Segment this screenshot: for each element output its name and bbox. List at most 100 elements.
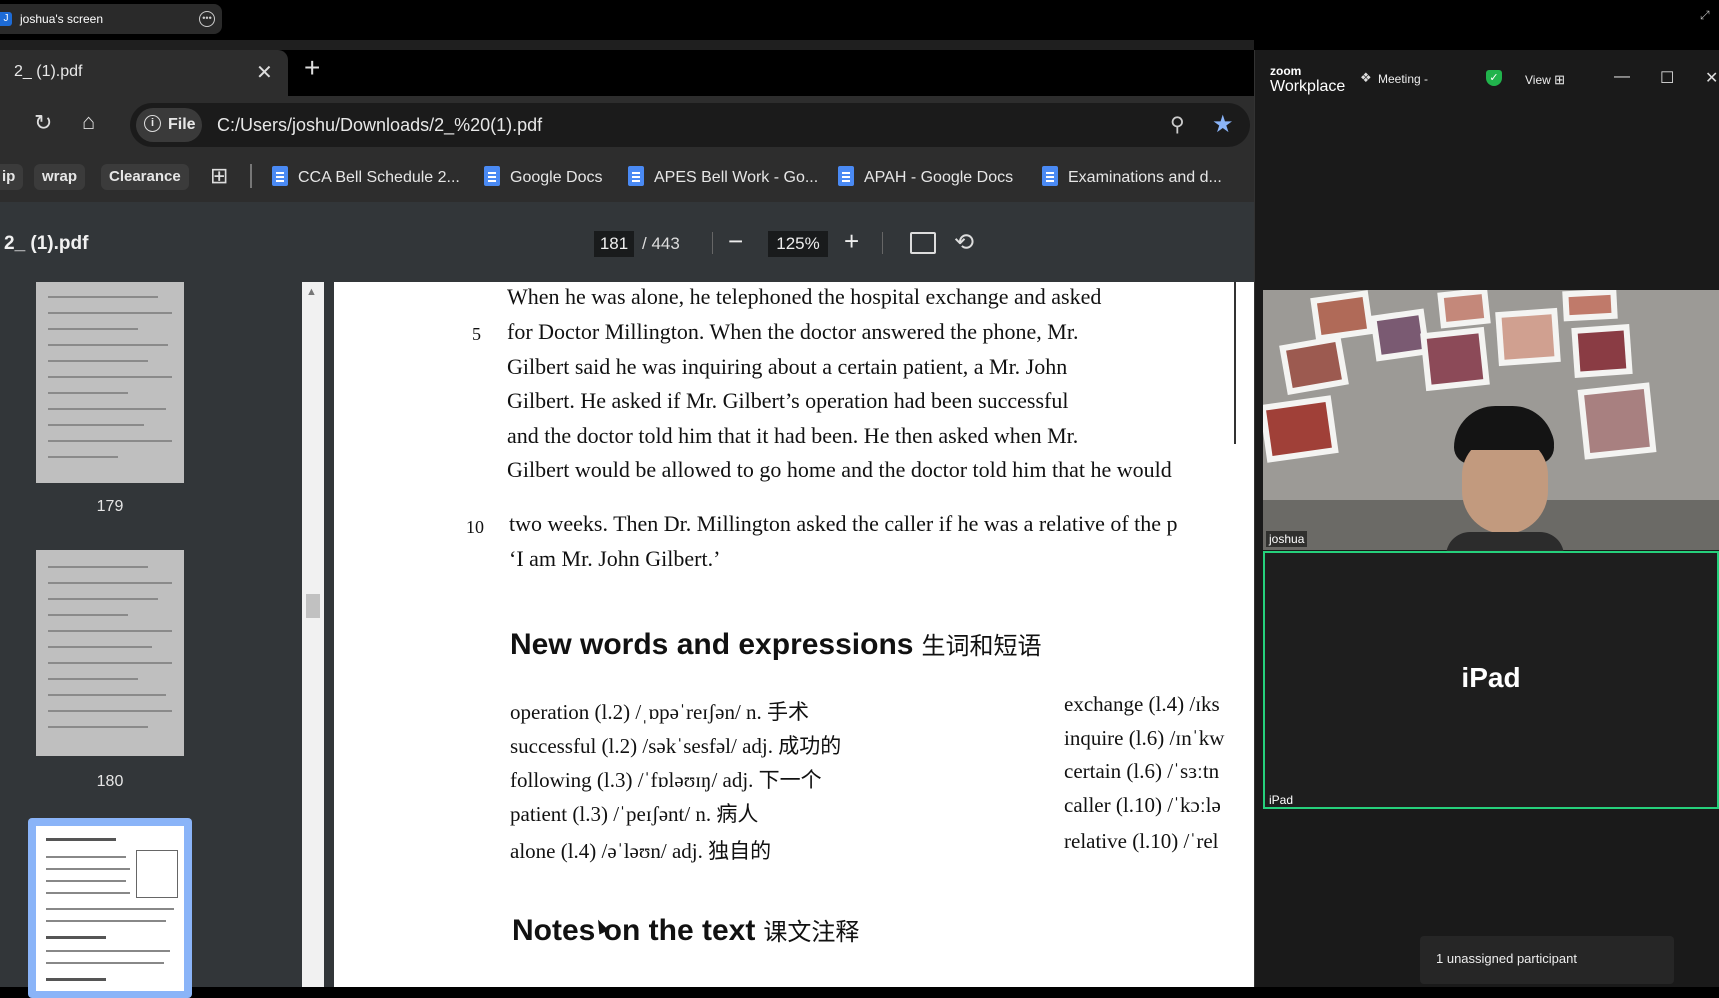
bookmark-examinations[interactable]: Examinations and d...	[1042, 166, 1222, 187]
maximize-icon[interactable]: ☐	[1660, 68, 1674, 88]
url-text[interactable]: C:/Users/joshu/Downloads/2_%20(1).pdf	[217, 115, 542, 136]
heading-text-cn: 课文注释	[763, 918, 860, 946]
close-tab-icon[interactable]: ✕	[256, 60, 273, 85]
vocab-entry: following (l.3) /ˈfɒləʊɪŋ/ adj. 下一个	[510, 768, 822, 792]
fit-to-page-icon[interactable]	[910, 232, 936, 254]
rotate-icon[interactable]: ⟲	[954, 228, 974, 257]
minimize-icon[interactable]: —	[1614, 68, 1630, 86]
docs-icon	[484, 166, 500, 186]
bookmark-label: Google Docs	[510, 169, 603, 186]
participant-name-label: joshua	[1266, 531, 1308, 547]
vocab-entry: successful (l.2) /səkˈsesfəl/ adj. 成功的	[510, 734, 842, 758]
vocab-entry: operation (l.2) /ˌɒpəˈreɪʃən/ n. 手术	[510, 700, 810, 724]
text-line: for Doctor Millington. When the doctor a…	[507, 319, 1079, 344]
docs-icon	[838, 166, 854, 186]
bookmark-cca-bell[interactable]: CCA Bell Schedule 2...	[272, 166, 460, 187]
scrollbar-thumb[interactable]	[306, 594, 320, 618]
page-total: / 443	[642, 234, 680, 253]
line-number: 5	[472, 324, 481, 344]
bookmark-apah[interactable]: APAH - Google Docs	[838, 166, 1013, 187]
thumbnail-label: 179	[96, 498, 124, 515]
text-line: ‘I am Mr. John Gilbert.’	[509, 546, 721, 571]
text-line: two weeks. Then Dr. Millington asked the…	[509, 511, 1178, 536]
meeting-menu[interactable]: Meeting -	[1378, 72, 1428, 86]
bookmark-apes-bell[interactable]: APES Bell Work - Go...	[628, 166, 818, 187]
zoom-out-button[interactable]: −	[728, 226, 743, 257]
text-line: Gilbert. He asked if Mr. Gilbert’s opera…	[507, 388, 1069, 413]
bookmark-chip-wrap[interactable]: wrap	[34, 164, 86, 190]
pdf-title: 2_ (1).pdf	[4, 233, 89, 254]
bookmark-label: APAH - Google Docs	[864, 169, 1014, 186]
zoom-logo: zoom	[1270, 64, 1302, 78]
heading-text: New words and expressions	[510, 628, 914, 661]
zoom-logo-subtitle: Workplace	[1270, 78, 1346, 95]
participant-name-label: iPad	[1269, 793, 1294, 807]
docs-icon	[1042, 166, 1058, 186]
new-tab-icon[interactable]: +	[304, 52, 320, 84]
sidebar-scrollbar[interactable]	[302, 282, 324, 987]
unassigned-participant-panel[interactable]: 1 unassigned participant	[1420, 936, 1674, 984]
heading-text: Notes on the text	[512, 914, 756, 947]
browser-tab[interactable]: 2_ (1).pdf ✕	[0, 50, 288, 96]
page-thumbnail-181[interactable]	[36, 826, 184, 991]
participant-video-person	[1446, 406, 1564, 556]
expand-icon[interactable]: ⤢	[1700, 8, 1710, 23]
screen-share-pill[interactable]: J joshua's screen •••	[0, 4, 222, 34]
apps-grid-icon[interactable]: ⊞	[210, 165, 228, 187]
vocab-entry: caller (l.10) /ˈkɔːlə	[1064, 793, 1221, 817]
zoom-magnifier-icon[interactable]: ⚲	[1170, 112, 1185, 137]
info-icon: i	[144, 115, 161, 132]
home-icon[interactable]: ⌂	[82, 109, 95, 135]
toolbar-divider	[882, 232, 883, 254]
docs-icon	[628, 166, 644, 186]
tab-title: 2_ (1).pdf	[14, 63, 83, 80]
screen-share-bar	[0, 0, 1719, 40]
text-line: Gilbert said he was inquiring about a ce…	[507, 354, 1068, 379]
view-label: View	[1525, 73, 1551, 87]
bookmark-google-docs[interactable]: Google Docs	[484, 166, 603, 187]
thumbnail-label: 180	[96, 773, 124, 790]
security-shield-icon[interactable]: ✓	[1486, 70, 1502, 86]
heading-text-cn: 生词和短语	[921, 632, 1042, 660]
close-window-icon[interactable]: ✕	[1705, 68, 1718, 88]
more-options-icon[interactable]: •••	[199, 11, 215, 27]
text-line: and the doctor told him that it had been…	[507, 423, 1079, 448]
section-heading-new-words: New words and expressions 生词和短语	[510, 626, 1041, 662]
participant-placeholder-name: iPad	[1461, 662, 1521, 693]
bookmark-label: APES Bell Work - Go...	[654, 169, 819, 186]
scroll-up-arrow-icon[interactable]: ▲	[306, 286, 317, 298]
zoom-in-button[interactable]: +	[844, 226, 859, 257]
page-illustration-edge	[1234, 282, 1254, 444]
page-thumbnail-179[interactable]	[36, 282, 184, 483]
bookmarks-divider	[250, 164, 252, 188]
bookmark-label: Examinations and d...	[1068, 169, 1222, 186]
viewer-gutter	[324, 282, 334, 987]
page-number-input[interactable]: 181	[594, 231, 634, 257]
unassigned-text: 1 unassigned participant	[1436, 951, 1577, 966]
line-number: 10	[466, 517, 484, 537]
share-title: joshua's screen	[20, 12, 104, 26]
share-user-icon: J	[0, 12, 12, 26]
site-info-label: File	[168, 116, 196, 133]
text-line: Gilbert would be allowed to go home and …	[507, 457, 1172, 482]
bookmark-chip-clearance[interactable]: Clearance	[101, 164, 189, 190]
section-heading-notes: Notes on the text 课文注释	[512, 912, 859, 948]
meeting-icon: ❖	[1360, 70, 1372, 85]
zoom-level-input[interactable]: 125%	[768, 231, 828, 257]
vocab-entry: certain (l.6) /ˈsɜːtn	[1064, 759, 1220, 783]
vocab-entry: alone (l.4) /əˈləʊn/ adj. 独自的	[510, 839, 772, 863]
grid-view-icon: ⊞	[1554, 72, 1566, 87]
bookmark-chip-ip[interactable]: ip	[0, 164, 24, 190]
bookmark-label: CCA Bell Schedule 2...	[298, 169, 460, 186]
text-line: When he was alone, he telephoned the hos…	[507, 284, 1102, 309]
site-info-chip[interactable]: i File	[136, 108, 202, 142]
reload-icon[interactable]: ↻	[34, 110, 52, 136]
vocab-entry: inquire (l.6) /ɪnˈkw	[1064, 726, 1225, 750]
page-thumbnail-180[interactable]	[36, 550, 184, 756]
bookmark-star-icon[interactable]: ★	[1212, 110, 1234, 139]
vocab-entry: patient (l.3) /ˈpeɪʃənt/ n. 病人	[510, 802, 759, 826]
toolbar-divider	[712, 232, 713, 254]
view-menu[interactable]: View ⊞	[1525, 72, 1565, 88]
vocab-entry: relative (l.10) /ˈrel	[1064, 829, 1219, 853]
docs-icon	[272, 166, 288, 186]
